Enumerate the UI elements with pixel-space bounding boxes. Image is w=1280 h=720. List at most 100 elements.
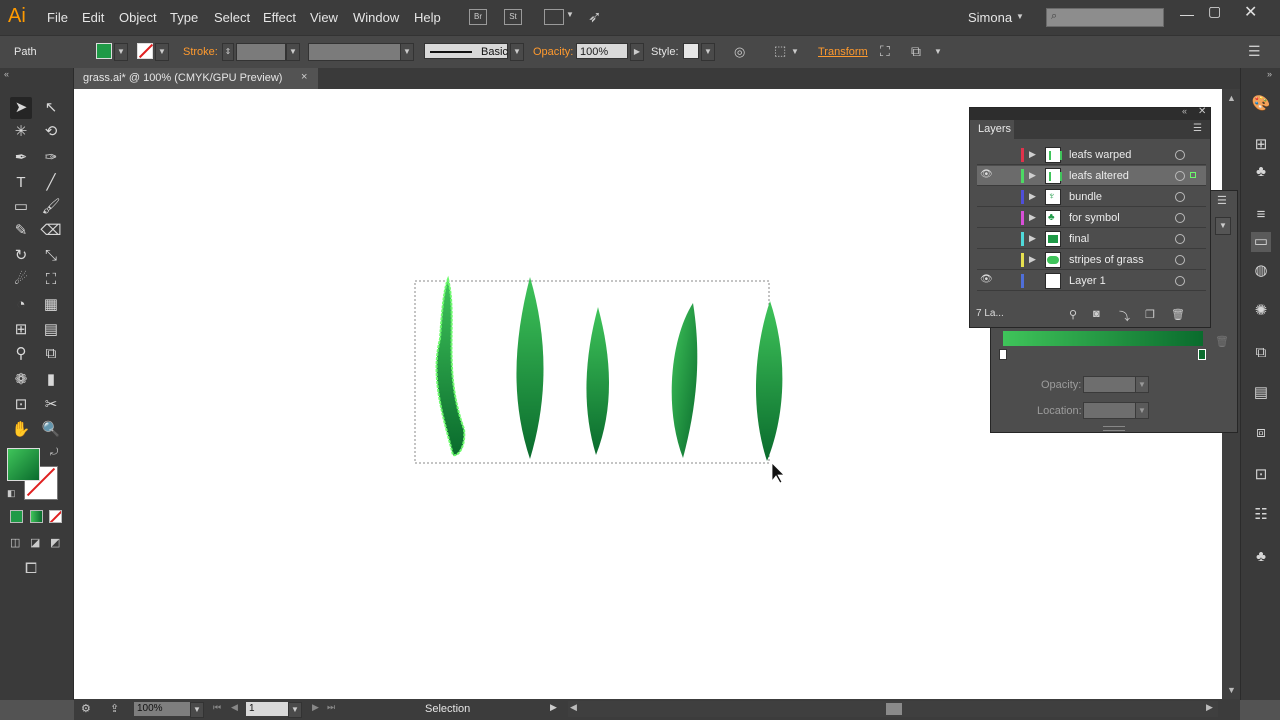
free-transform-tool-icon[interactable]: ⛶	[40, 269, 62, 291]
delete-stop-icon[interactable]: 🗑	[1215, 335, 1229, 348]
stop-location-dropdown[interactable]: ▼	[1135, 402, 1149, 419]
style-dropdown[interactable]: ▼	[701, 43, 715, 61]
user-menu[interactable]: Simona	[968, 10, 1012, 25]
scroll-up-icon[interactable]: ▲	[1227, 93, 1236, 103]
stroke-swatch[interactable]	[137, 43, 154, 59]
zoom-dropdown[interactable]: ▼	[190, 702, 204, 718]
none-mode-icon[interactable]	[49, 510, 62, 523]
stop-opacity-field[interactable]	[1083, 376, 1139, 393]
menu-edit[interactable]: Edit	[82, 10, 104, 25]
artboard-dropdown[interactable]: ▼	[288, 702, 302, 718]
profile-dropdown[interactable]: ▼	[400, 43, 414, 61]
new-sublayer-icon[interactable]: ⤵	[1119, 308, 1130, 324]
gradient-tool-icon[interactable]: ▤	[40, 319, 62, 341]
gpu-performance-icon[interactable]: ➶	[588, 7, 601, 27]
horizontal-scrollbar[interactable]: ◀ ▶	[568, 701, 1218, 717]
first-artboard-icon[interactable]: ⏮	[213, 702, 221, 713]
align-to-icon[interactable]: ⬚	[774, 43, 786, 59]
menu-select[interactable]: Select	[214, 10, 250, 25]
layer-name[interactable]: stripes of grass	[1069, 254, 1144, 266]
export-icon[interactable]: ⇪	[110, 702, 119, 715]
document-tab[interactable]: grass.ai* @ 100% (CMYK/GPU Preview) ×	[74, 68, 318, 89]
gpu-icon[interactable]: ⚙	[81, 702, 91, 715]
delete-layer-icon[interactable]: 🗑	[1171, 308, 1185, 321]
target-icon[interactable]	[1175, 213, 1185, 223]
close-panel-icon[interactable]: ✕	[1198, 106, 1206, 117]
close-button[interactable]: ✕	[1244, 2, 1257, 22]
target-icon[interactable]	[1175, 234, 1185, 244]
layer-name[interactable]: final	[1069, 233, 1089, 245]
appearance-icon[interactable]: ✺	[1251, 301, 1271, 321]
isolate-icon[interactable]: ⛶	[880, 43, 890, 60]
layer-name[interactable]: leafs warped	[1069, 149, 1131, 161]
status-menu-arrow-icon[interactable]: ▶	[550, 702, 557, 713]
menu-window[interactable]: Window	[353, 10, 399, 25]
gradient-mode-icon[interactable]	[30, 510, 43, 523]
rotate-tool-icon[interactable]: ↻	[10, 245, 32, 267]
scroll-left-icon[interactable]: ◀	[570, 702, 577, 713]
collapse-panel-icon[interactable]: «	[4, 69, 9, 79]
locate-object-icon[interactable]: ⚲	[1069, 308, 1077, 321]
draw-behind-icon[interactable]: ◪	[30, 536, 40, 549]
layer-name[interactable]: for symbol	[1069, 212, 1120, 224]
scroll-down-icon[interactable]: ▼	[1227, 685, 1236, 695]
menu-view[interactable]: View	[310, 10, 338, 25]
draw-inside-icon[interactable]: ◩	[50, 536, 60, 549]
color-guide-icon[interactable]: ⊞	[1251, 135, 1271, 155]
expand-arrow-icon[interactable]: ▶	[1029, 149, 1036, 160]
layer-name[interactable]: leafs altered	[1069, 170, 1129, 182]
menu-effect[interactable]: Effect	[263, 10, 296, 25]
hand-tool-icon[interactable]: ✋	[10, 419, 32, 441]
opacity-label[interactable]: Opacity:	[533, 46, 573, 58]
last-artboard-icon[interactable]: ⏭	[327, 702, 335, 713]
target-icon[interactable]	[1175, 276, 1185, 286]
new-layer-icon[interactable]: ❐	[1145, 308, 1155, 321]
gradient-stop-left[interactable]	[999, 349, 1007, 360]
brush-dropdown[interactable]: ▼	[510, 43, 524, 61]
type-tool-icon[interactable]: T	[10, 172, 32, 194]
panel-menu-icon[interactable]: ☰	[1193, 123, 1202, 134]
variable-width-profile[interactable]	[308, 43, 402, 61]
pathfinder-panel-icon[interactable]: ⧈	[1251, 423, 1271, 443]
fill-dropdown[interactable]: ▼	[114, 43, 128, 61]
next-artboard-icon[interactable]: ▶	[312, 702, 319, 713]
symbols-panel-icon[interactable]: ♣	[1251, 547, 1271, 567]
eraser-tool-icon[interactable]: ⌫	[40, 220, 62, 242]
direct-selection-tool-icon[interactable]: ↖	[40, 97, 62, 119]
grass-leaf[interactable]	[586, 307, 609, 455]
gradient-panel-icon[interactable]: ▭	[1251, 232, 1271, 252]
magic-wand-tool-icon[interactable]: ✳	[10, 121, 32, 143]
slice-tool-icon[interactable]: ✂	[40, 394, 62, 416]
stop-opacity-dropdown[interactable]: ▼	[1135, 376, 1149, 393]
zoom-tool-icon[interactable]: 🔍	[40, 419, 62, 441]
stroke-panel-icon[interactable]: ≡	[1251, 205, 1271, 225]
fill-color-box-front[interactable]	[7, 448, 40, 481]
layer-row-layer-1[interactable]: 👁 Layer 1	[977, 271, 1206, 291]
layer-name[interactable]: Layer 1	[1069, 275, 1106, 287]
scroll-thumb[interactable]	[886, 703, 902, 715]
rectangle-tool-icon[interactable]: ▭	[10, 196, 32, 218]
panel-header[interactable]: « ✕	[970, 106, 1210, 120]
collapse-panel-icon[interactable]: »	[1267, 69, 1272, 79]
layer-row-leafs-altered[interactable]: 👁 ▶ leafs altered	[977, 166, 1206, 186]
panel-menu-icon[interactable]: ☰	[1248, 43, 1261, 60]
visibility-eye-icon[interactable]: 👁	[980, 274, 994, 285]
grass-leaf-warped[interactable]	[435, 275, 466, 457]
stroke-dropdown[interactable]: ▼	[155, 43, 169, 61]
grass-leaf[interactable]	[755, 301, 783, 461]
target-icon[interactable]	[1175, 192, 1185, 202]
screen-mode-icon[interactable]: ⧠	[25, 560, 37, 577]
artboards-panel-icon[interactable]: ☷	[1251, 505, 1271, 525]
layer-name[interactable]: bundle	[1069, 191, 1102, 203]
scale-tool-icon[interactable]: ⤡	[40, 245, 62, 267]
grass-leaf[interactable]	[516, 277, 544, 459]
shape-builder-tool-icon[interactable]: ◔	[10, 294, 32, 316]
layer-row-for-symbol[interactable]: ▶ ♣ for symbol	[977, 208, 1206, 228]
maximize-button[interactable]: ▢	[1208, 3, 1221, 20]
gradient-stop-right[interactable]	[1198, 349, 1206, 360]
menu-help[interactable]: Help	[414, 10, 441, 25]
symbol-sprayer-tool-icon[interactable]: ❁	[10, 369, 32, 391]
stroke-label[interactable]: Stroke:	[183, 46, 218, 58]
stroke-weight-field[interactable]	[236, 43, 286, 61]
expand-arrow-icon[interactable]: ▶	[1029, 170, 1036, 181]
